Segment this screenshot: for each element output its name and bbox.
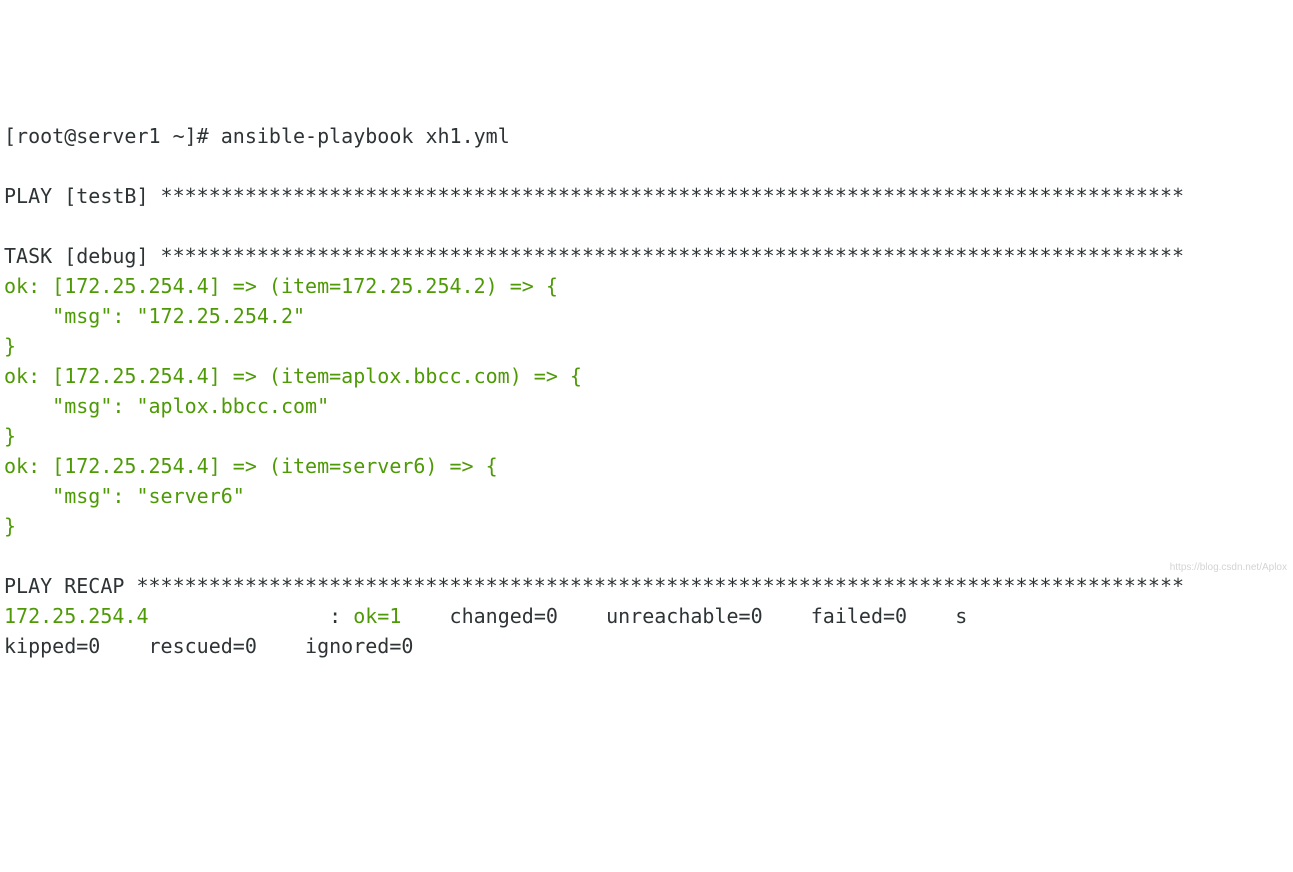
- terminal-output[interactable]: [root@server1 ~]# ansible-playbook xh1.y…: [4, 121, 1289, 661]
- task-header: TASK [debug] ***************************…: [4, 244, 1184, 268]
- ok-line: ok: [172.25.254.4] => (item=server6) => …: [4, 454, 498, 478]
- ok-line: }: [4, 334, 16, 358]
- prompt: [root@server1 ~]#: [4, 124, 221, 148]
- recap-rest: kipped=0 rescued=0 ignored=0: [4, 634, 413, 658]
- recap-header: PLAY RECAP *****************************…: [4, 574, 1184, 598]
- recap-sep: :: [149, 604, 354, 628]
- ok-line: "msg": "aplox.bbcc.com": [4, 394, 329, 418]
- ok-line: ok: [172.25.254.4] => (item=aplox.bbcc.c…: [4, 364, 582, 388]
- command-text: ansible-playbook xh1.yml: [221, 124, 510, 148]
- ok-line: ok: [172.25.254.4] => (item=172.25.254.2…: [4, 274, 558, 298]
- recap-host: 172.25.254.4: [4, 604, 149, 628]
- recap-rest: changed=0 unreachable=0 failed=0 s: [401, 604, 967, 628]
- recap-ok: ok=1: [353, 604, 401, 628]
- ok-line: "msg": "server6": [4, 484, 245, 508]
- ok-line: }: [4, 514, 16, 538]
- ok-line: "msg": "172.25.254.2": [4, 304, 305, 328]
- ok-line: }: [4, 424, 16, 448]
- watermark-text: https://blog.csdn.net/Aplox: [1170, 560, 1287, 575]
- play-header: PLAY [testB] ***************************…: [4, 184, 1184, 208]
